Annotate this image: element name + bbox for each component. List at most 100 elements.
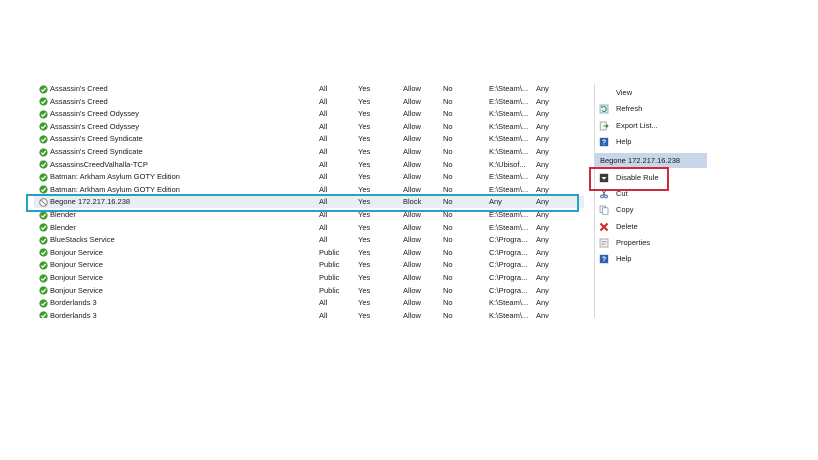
- allow-status-icon: [39, 273, 48, 283]
- rule-name: Bonjour Service: [50, 260, 103, 270]
- svg-text:?: ?: [602, 140, 606, 147]
- rule-name: BlueStacks Service: [50, 235, 115, 245]
- rule-enabled: Yes: [358, 235, 371, 245]
- rule-action: Allow: [403, 134, 421, 144]
- action-refresh[interactable]: Refresh: [595, 102, 707, 116]
- rule-override: No: [443, 96, 453, 106]
- rule-profile: All: [319, 96, 328, 106]
- rule-enabled: Yes: [358, 147, 371, 156]
- rule-program: C:\Progra...: [489, 285, 528, 295]
- table-row[interactable]: Batman: Arkham Asylum GOTY Edition All Yes…: [34, 171, 584, 183]
- allow-status-icon: [39, 160, 48, 169]
- allow-status-icon: [39, 236, 48, 245]
- rule-local-address: Any: [536, 235, 549, 245]
- help-icon: ?: [599, 137, 609, 147]
- rule-enabled: Yes: [358, 172, 371, 182]
- rule-local-address: Any: [536, 273, 549, 282]
- rule-action: Allow: [403, 235, 421, 245]
- rule-name: Borderlands 3: [50, 298, 97, 308]
- rule-enabled: Yes: [358, 222, 371, 232]
- rule-program: E:\Steam\...: [489, 222, 529, 232]
- table-row[interactable]: Assassin's Creed All Yes Allow No E:\Steam\..…: [34, 96, 584, 108]
- action-delete[interactable]: Delete: [595, 220, 707, 234]
- rule-override: No: [443, 298, 453, 308]
- table-row[interactable]: Bonjour Service Public Yes Allow No C:\Progra…: [34, 272, 584, 284]
- rule-action: Allow: [403, 222, 421, 232]
- rule-name: Assassin's Creed: [50, 84, 108, 93]
- rule-name: Bonjour Service: [50, 285, 103, 295]
- rule-program: K:\Steam\...: [489, 109, 529, 119]
- rule-profile: All: [319, 147, 328, 156]
- rule-profile: All: [319, 84, 328, 93]
- rule-override: No: [443, 121, 453, 131]
- table-row[interactable]: Assassin's Creed Syndicate All Yes Allow No K…: [34, 133, 584, 145]
- rule-action: Allow: [403, 273, 421, 282]
- rule-override: No: [443, 235, 453, 245]
- selected-rule-header-label: Begone 172.217.16.238: [600, 156, 681, 165]
- rule-action: Allow: [403, 109, 421, 119]
- properties-icon: [599, 238, 609, 248]
- rule-action: Allow: [403, 260, 421, 270]
- table-row[interactable]: Blender All Yes Allow No E:\Steam\... Any: [34, 222, 584, 234]
- rule-name: Bonjour Service: [50, 273, 103, 282]
- rule-action: Allow: [403, 121, 421, 131]
- rule-local-address: Any: [536, 121, 549, 131]
- table-row[interactable]: Bonjour Service Public Yes Allow No C:\Progra…: [34, 285, 584, 297]
- rule-local-address: Any: [536, 147, 549, 156]
- rule-enabled: Yes: [358, 310, 371, 318]
- rule-profile: All: [319, 159, 328, 169]
- action-label: View: [616, 88, 633, 97]
- rule-local-address: Any: [536, 96, 549, 106]
- rule-local-address: Any: [536, 260, 549, 270]
- rule-program: C:\Progra...: [489, 235, 528, 245]
- allow-status-icon: [39, 248, 48, 257]
- rule-action: Allow: [403, 285, 421, 295]
- rule-local-address: Any: [536, 298, 549, 308]
- rule-name: Assassin's Creed Syndicate: [50, 134, 143, 144]
- rule-enabled: Yes: [358, 96, 371, 106]
- action-export-list[interactable]: Export List...: [595, 119, 707, 133]
- rule-override: No: [443, 310, 453, 318]
- rule-enabled: Yes: [358, 273, 371, 282]
- rule-enabled: Yes: [358, 298, 371, 308]
- table-row[interactable]: Assassin's Creed Syndicate All Yes Allow No K…: [34, 146, 584, 158]
- rule-profile: All: [319, 222, 328, 232]
- rule-program: K:\Ubisof...: [489, 159, 526, 169]
- table-row[interactable]: Assassin's Creed All Yes Allow No E:\Steam\..…: [34, 84, 584, 95]
- action-properties[interactable]: Properties: [595, 236, 707, 250]
- rule-override: No: [443, 222, 453, 232]
- action-label: Help: [616, 254, 632, 263]
- rule-profile: Public: [319, 273, 340, 282]
- rule-name: Batman: Arkham Asylum GOTY Edition: [50, 172, 180, 182]
- table-row[interactable]: AssassinsCreedValhalla-TCP All Yes Allow No K…: [34, 159, 584, 171]
- rule-override: No: [443, 247, 453, 257]
- table-row[interactable]: Bonjour Service Public Yes Allow No C:\Progra…: [34, 259, 584, 271]
- rule-action: Allow: [403, 96, 421, 106]
- action-help[interactable]: ? Help: [595, 252, 707, 266]
- rule-local-address: Any: [536, 285, 549, 295]
- rule-program: C:\Progra...: [489, 273, 528, 282]
- table-row[interactable]: Borderlands 3 All Yes Allow No K:\Steam\... An…: [34, 310, 584, 318]
- action-help[interactable]: ? Help: [595, 135, 707, 149]
- table-row[interactable]: BlueStacks Service All Yes Allow No C:\Progra…: [34, 234, 584, 246]
- rule-local-address: Any: [536, 172, 549, 182]
- rule-profile: Public: [319, 260, 340, 270]
- rule-enabled: Yes: [358, 134, 371, 144]
- action-copy[interactable]: Copy: [595, 203, 707, 217]
- rule-name: Borderlands 3: [50, 310, 97, 318]
- action-view[interactable]: View: [595, 86, 707, 100]
- rule-profile: Public: [319, 285, 340, 295]
- rule-enabled: Yes: [358, 285, 371, 295]
- rule-program: C:\Progra...: [489, 247, 528, 257]
- table-row[interactable]: Assassin's Creed Odyssey All Yes Allow No K:\…: [34, 108, 584, 120]
- disable-rule-highlight: [589, 167, 669, 191]
- rule-action: Allow: [403, 172, 421, 182]
- action-label: Refresh: [616, 104, 643, 114]
- table-row[interactable]: Borderlands 3 All Yes Allow No K:\Steam\... An…: [34, 297, 584, 309]
- table-row[interactable]: Bonjour Service Public Yes Allow No C:\Progra…: [34, 247, 584, 259]
- actions-panel: View Refresh Export List...? Help Begone 17…: [595, 84, 707, 318]
- table-row[interactable]: Assassin's Creed Odyssey All Yes Allow No K:\…: [34, 121, 584, 133]
- selected-rule-section-header[interactable]: Begone 172.217.16.238: [595, 153, 707, 168]
- allow-status-icon: [39, 122, 48, 131]
- rule-override: No: [443, 109, 453, 119]
